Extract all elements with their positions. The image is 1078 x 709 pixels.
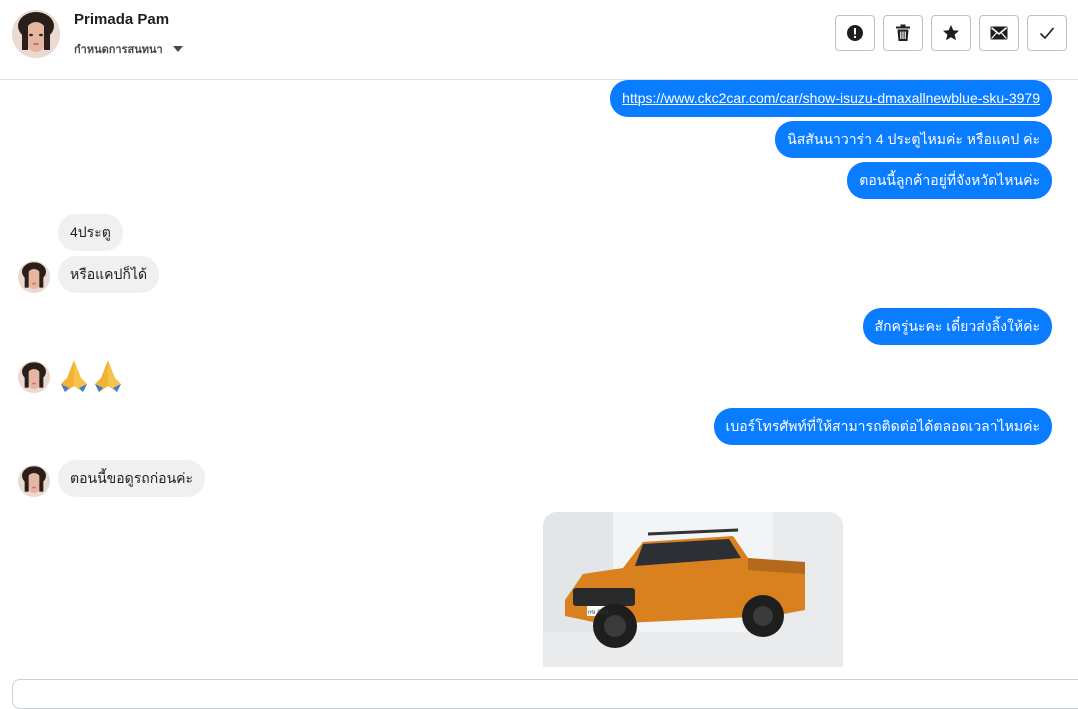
star-icon bbox=[943, 25, 959, 41]
message-link[interactable]: https://www.ckc2car.com/car/show-isuzu-d… bbox=[622, 90, 1040, 106]
outgoing-message: เบอร์โทรศัพท์ที่ให้สามารถติดต่อได้ตลอดเว… bbox=[713, 408, 1052, 445]
incoming-emoji-message: 🙏🙏 bbox=[58, 358, 124, 394]
outgoing-message-link[interactable]: https://www.ckc2car.com/car/show-isuzu-d… bbox=[610, 80, 1052, 117]
incoming-message: หรือแคปก็ได้ bbox=[58, 256, 160, 293]
contact-avatar[interactable] bbox=[12, 10, 60, 58]
trash-icon bbox=[896, 24, 910, 41]
outgoing-message: นิสสันนาวาร่า 4 ประตูไหมค่ะ หรือแคป ค่ะ bbox=[775, 121, 1052, 158]
outgoing-message: สักครู่นะคะ เดี๋ยวส่งลิ้งให้ค่ะ bbox=[862, 308, 1052, 345]
incoming-message: 4ประตู bbox=[58, 214, 123, 251]
folded-hands-icon bbox=[95, 360, 121, 392]
delete-button[interactable] bbox=[883, 15, 923, 51]
incoming-message: ตอนนี้ขอดูรถก่อนค่ะ bbox=[58, 460, 206, 497]
mark-unread-button[interactable] bbox=[979, 15, 1019, 51]
exclamation-icon bbox=[847, 25, 863, 41]
sender-avatar bbox=[18, 261, 50, 293]
contact-name[interactable]: Primada Pam bbox=[74, 11, 169, 28]
envelope-icon bbox=[990, 26, 1008, 40]
check-icon bbox=[1039, 27, 1055, 40]
sender-avatar bbox=[18, 465, 50, 497]
message-composer[interactable] bbox=[12, 679, 1078, 709]
car-photo-attachment[interactable]: กข 889 bbox=[543, 512, 843, 667]
caret-down-icon bbox=[172, 46, 183, 52]
report-spam-button[interactable] bbox=[835, 15, 875, 51]
outgoing-message: ตอนนี้ลูกค้าอยู่ที่จังหวัดไหนค่ะ bbox=[847, 162, 1052, 199]
folded-hands-icon bbox=[61, 360, 87, 392]
conversation-label-text: กำหนดการสนทนา bbox=[74, 43, 163, 56]
conversation-label-dropdown[interactable]: กำหนดการสนทนา bbox=[74, 40, 183, 58]
license-plate: กข 889 bbox=[587, 609, 608, 616]
sender-avatar bbox=[18, 361, 50, 393]
mark-done-button[interactable] bbox=[1027, 15, 1067, 51]
star-button[interactable] bbox=[931, 15, 971, 51]
conversation-header: Primada Pam กำหนดการสนทนา bbox=[0, 0, 1078, 80]
